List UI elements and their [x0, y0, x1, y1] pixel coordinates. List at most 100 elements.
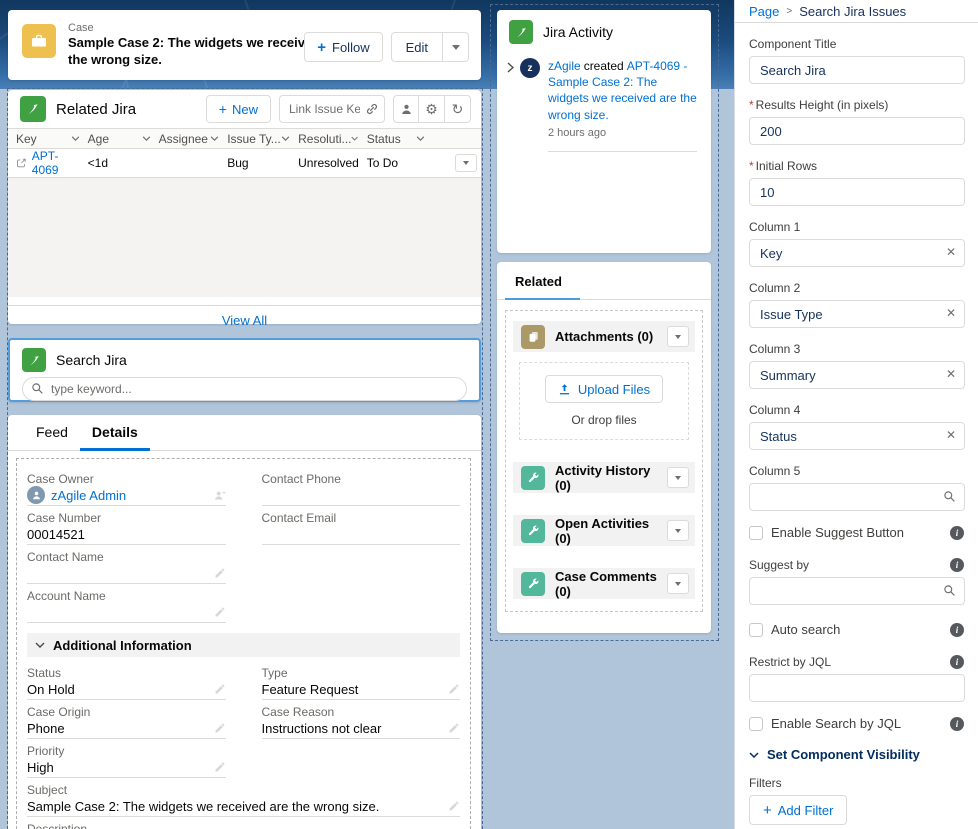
accordion-caret-button[interactable]	[667, 573, 689, 594]
restrict-jql-input[interactable]	[749, 674, 965, 702]
actor-avatar: z	[520, 58, 540, 78]
auto-search-checkbox[interactable]	[749, 623, 763, 637]
more-actions-button[interactable]	[443, 32, 469, 62]
column-header-resolution[interactable]: Resoluti...	[294, 129, 363, 149]
info-icon[interactable]: i	[950, 655, 964, 669]
accordion-case-comments[interactable]: Case Comments (0)	[513, 568, 695, 599]
table-row: APT-4069 <1d Bug Unresolved To Do	[8, 149, 481, 178]
breadcrumb-separator: >	[779, 6, 799, 17]
info-icon[interactable]: i	[950, 526, 964, 540]
cell-status: To Do	[363, 149, 429, 178]
column-2-input[interactable]	[749, 300, 965, 328]
column-4-input[interactable]	[749, 422, 965, 450]
column-header-status[interactable]: Status	[363, 129, 429, 149]
external-link-icon[interactable]	[16, 157, 27, 169]
column-3-input[interactable]	[749, 361, 965, 389]
filters-label: Filters	[749, 776, 964, 790]
accordion-caret-button[interactable]	[667, 467, 689, 488]
initial-rows-input[interactable]	[749, 178, 965, 206]
case-owner-link[interactable]: zAgile Admin	[51, 488, 126, 503]
info-icon[interactable]: i	[950, 717, 964, 731]
zagile-jira-icon	[20, 96, 46, 122]
actor-link[interactable]: zAgile	[548, 59, 581, 73]
case-object-icon	[22, 24, 56, 58]
section-additional-information[interactable]: Additional Information	[27, 633, 460, 657]
follow-button[interactable]: + Follow	[304, 32, 382, 62]
caret-down-icon	[675, 582, 681, 586]
column-header-issue-type[interactable]: Issue Ty...	[223, 129, 294, 149]
clear-icon[interactable]: ✕	[946, 307, 956, 319]
enable-search-jql-checkbox[interactable]	[749, 717, 763, 731]
avatar	[27, 486, 45, 504]
settings-button[interactable]: ⚙	[419, 95, 445, 123]
search-keyword-input[interactable]	[22, 377, 467, 401]
info-icon[interactable]: i	[950, 558, 964, 572]
column-header-assignee[interactable]: Assignee	[155, 129, 224, 149]
detail-field-description: Description	[27, 819, 460, 829]
issue-key-link[interactable]: APT-4069	[32, 149, 80, 177]
plus-icon: +	[763, 802, 772, 819]
edit-pencil-icon[interactable]	[214, 606, 226, 618]
caret-down-icon	[463, 161, 469, 165]
wrench-icon	[521, 466, 545, 490]
plus-icon: +	[219, 101, 227, 117]
checkbox-enable-search-jql: Enable Search by JQL i	[749, 716, 964, 731]
column-5-input[interactable]	[749, 483, 965, 511]
accordion-caret-button[interactable]	[667, 520, 689, 541]
field-column-5: Column 5	[749, 464, 964, 511]
component-title-input[interactable]	[749, 56, 965, 84]
cell-resolution: Unresolved	[294, 149, 363, 178]
accordion-caret-button[interactable]	[667, 326, 689, 347]
new-issue-button[interactable]: + New	[206, 95, 271, 123]
chevron-down-icon	[281, 136, 290, 141]
row-actions-button[interactable]	[455, 154, 477, 172]
edit-pencil-icon[interactable]	[214, 567, 226, 579]
field-column-1: Column 1 ✕	[749, 220, 964, 267]
assign-user-button[interactable]	[393, 95, 419, 123]
briefcase-icon	[29, 31, 49, 51]
activity-item: z zAgilecreatedAPT-4069 - Sample Case 2:…	[497, 50, 711, 152]
refresh-icon: ↻	[452, 102, 464, 116]
tab-details[interactable]: Details	[80, 424, 150, 450]
column-header-age[interactable]: Age	[84, 129, 155, 149]
view-all-link[interactable]: View All	[222, 313, 267, 328]
edit-pencil-icon[interactable]	[214, 761, 226, 773]
suggest-by-input[interactable]	[749, 577, 965, 605]
card-title: Search Jira	[56, 352, 127, 368]
file-dropzone[interactable]: Upload Files Or drop files	[519, 362, 689, 440]
clear-icon[interactable]: ✕	[946, 246, 956, 258]
column-header-key[interactable]: Key	[8, 129, 84, 149]
edit-pencil-icon[interactable]	[448, 800, 460, 812]
results-height-input[interactable]	[749, 117, 965, 145]
expand-chevron-icon[interactable]	[507, 62, 514, 152]
info-icon[interactable]: i	[950, 623, 964, 637]
change-owner-icon[interactable]	[213, 489, 226, 502]
breadcrumb-page-link[interactable]: Page	[749, 4, 779, 19]
upload-files-button[interactable]: Upload Files	[545, 375, 663, 403]
enable-suggest-checkbox[interactable]	[749, 526, 763, 540]
drop-files-hint: Or drop files	[520, 413, 688, 427]
caret-down-icon	[675, 335, 681, 339]
detail-field-case-number: Case Number 00014521	[27, 508, 226, 545]
edit-pencil-icon[interactable]	[214, 683, 226, 695]
edit-button[interactable]: Edit	[391, 32, 443, 62]
required-asterisk: *	[749, 159, 754, 173]
edit-pencil-icon[interactable]	[448, 722, 460, 734]
clear-icon[interactable]: ✕	[946, 429, 956, 441]
accordion-open-activities[interactable]: Open Activities (0)	[513, 515, 695, 546]
add-filter-button[interactable]: + Add Filter	[749, 795, 847, 825]
detail-field-contact-name: Contact Name	[27, 547, 226, 584]
accordion-attachments[interactable]: Attachments (0)	[513, 321, 695, 352]
set-component-visibility-section[interactable]: Set Component Visibility	[749, 747, 964, 762]
edit-pencil-icon[interactable]	[448, 683, 460, 695]
tab-related[interactable]: Related	[511, 274, 566, 299]
refresh-button[interactable]: ↻	[445, 95, 471, 123]
edit-pencil-icon[interactable]	[214, 722, 226, 734]
caret-down-icon	[675, 529, 681, 533]
search-jira-component-selected[interactable]: Search Jira	[8, 338, 481, 402]
tab-feed[interactable]: Feed	[24, 424, 80, 450]
upload-icon	[558, 383, 571, 396]
accordion-activity-history[interactable]: Activity History (0)	[513, 462, 695, 493]
column-1-input[interactable]	[749, 239, 965, 267]
clear-icon[interactable]: ✕	[946, 368, 956, 380]
